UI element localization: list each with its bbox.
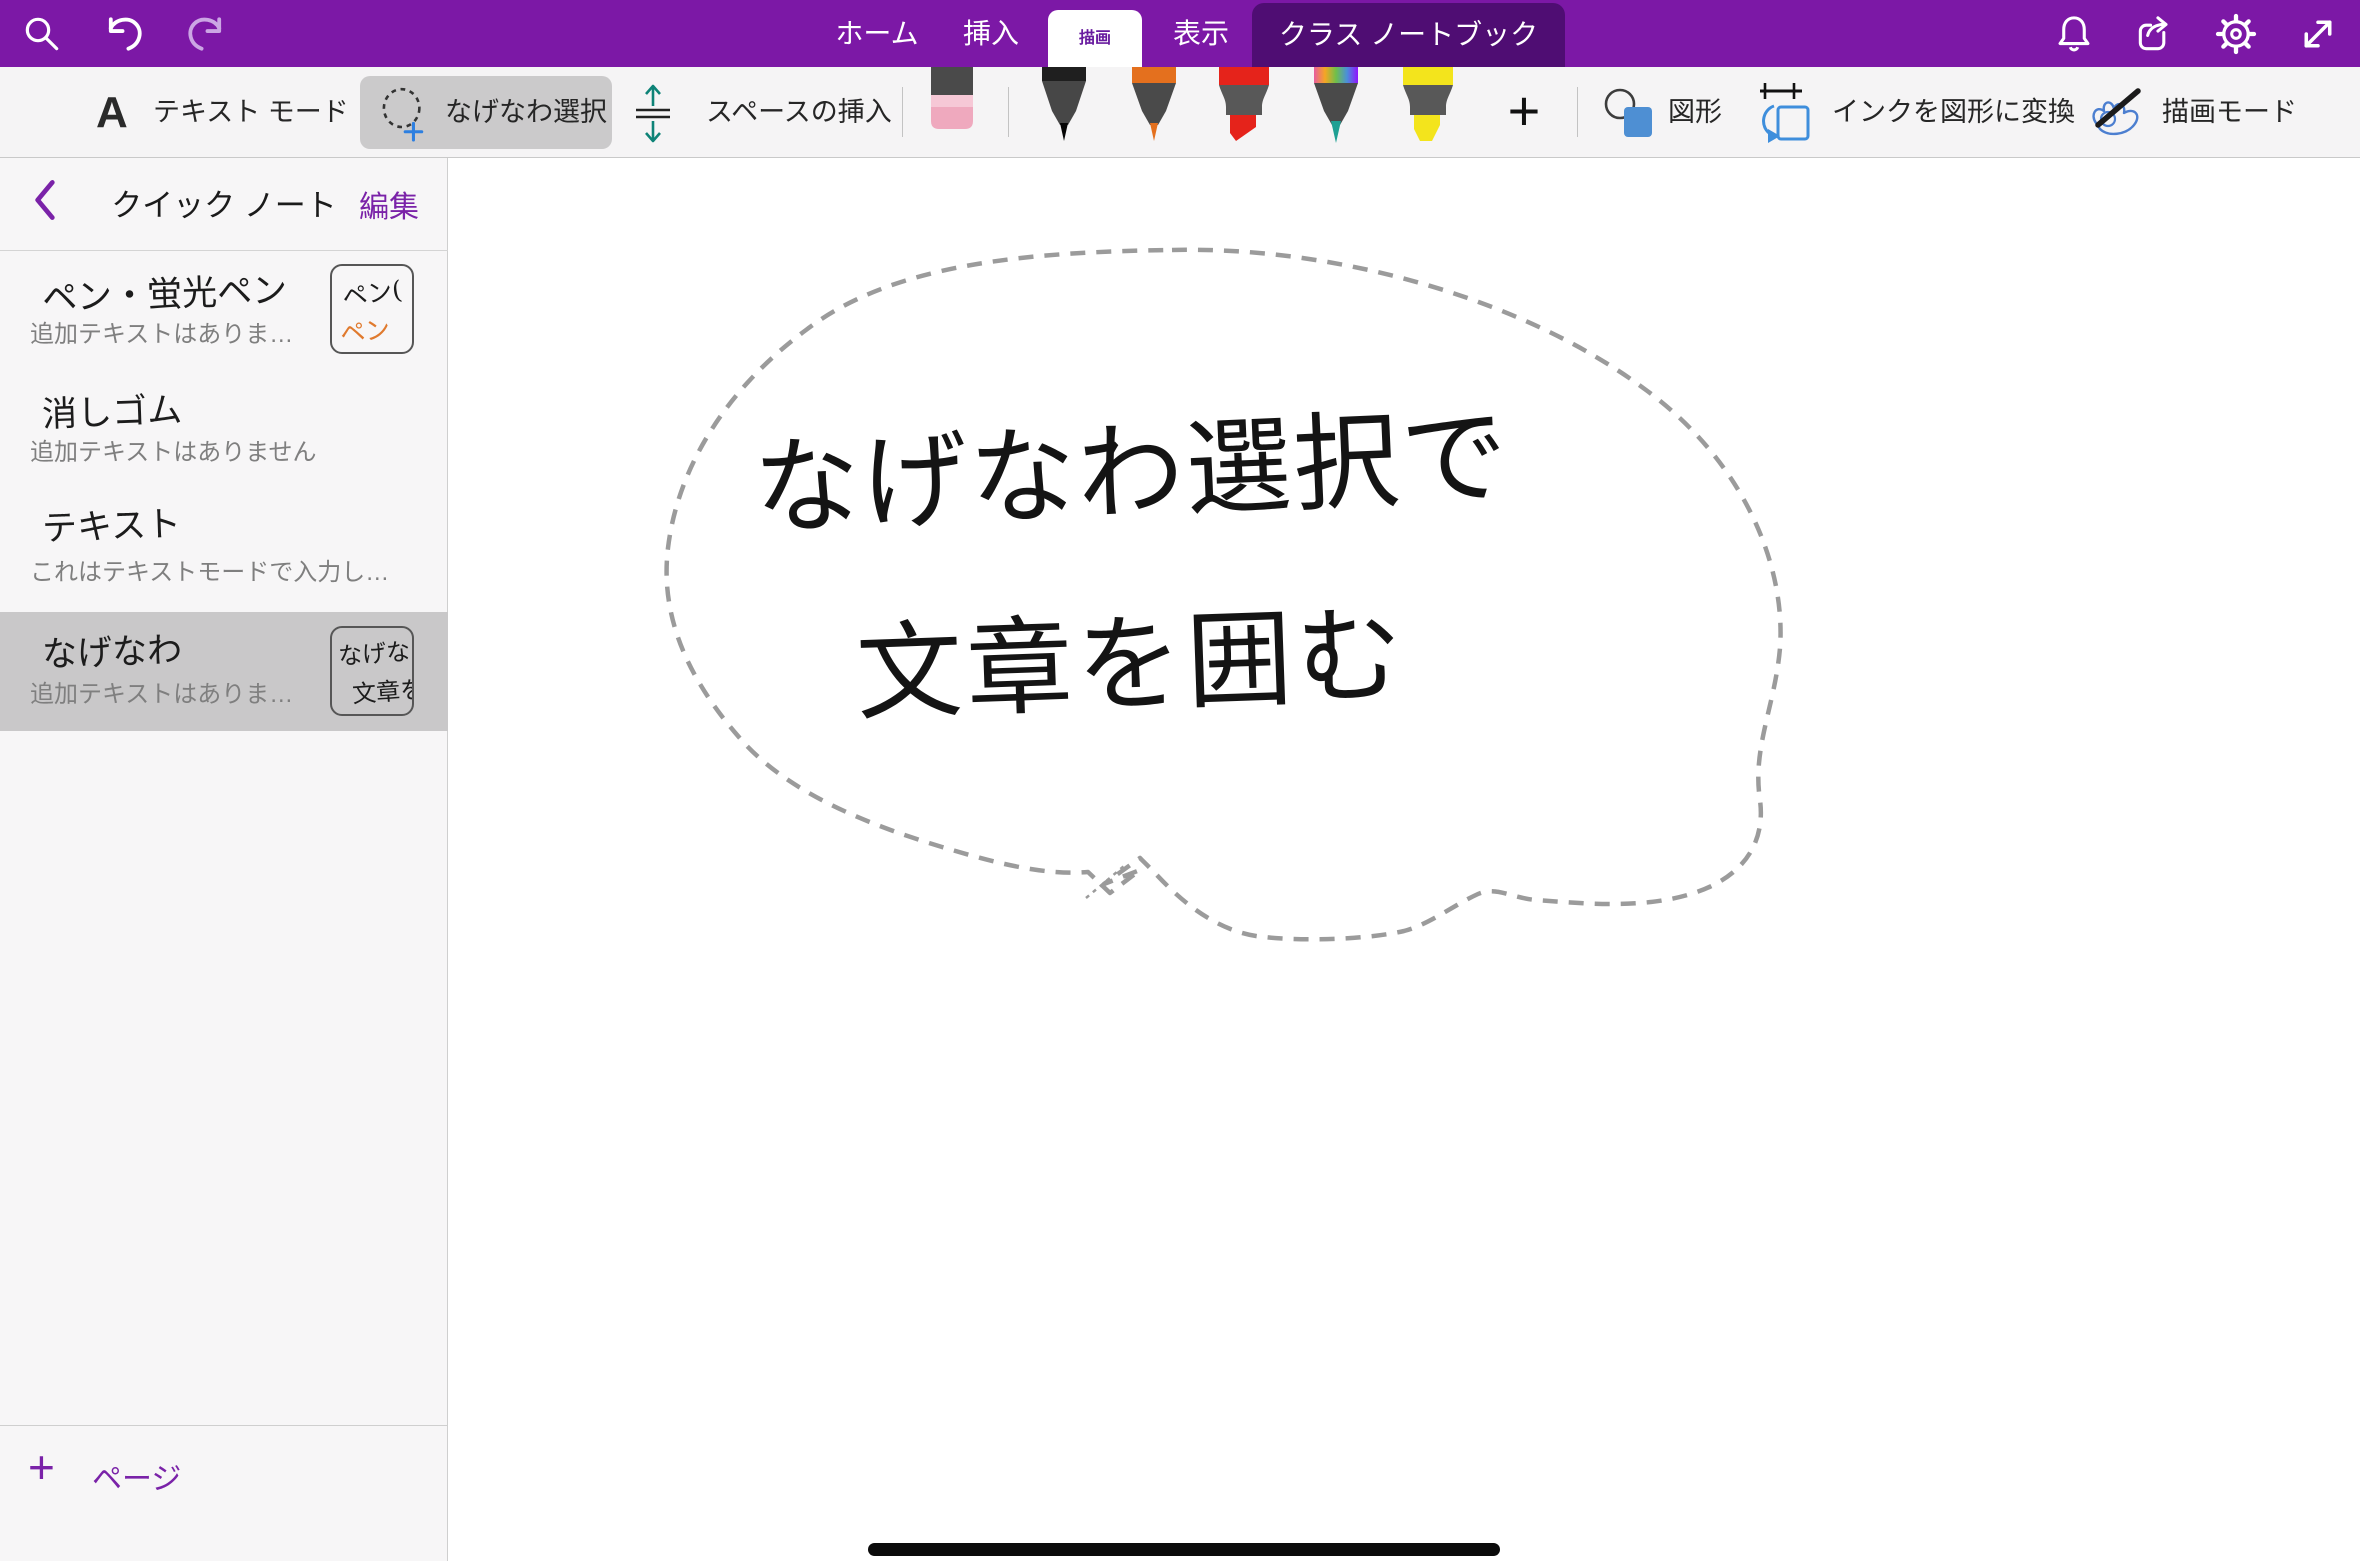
thumb-ink-orange: ペン — [338, 309, 392, 350]
page-item-lasso[interactable]: なげなわ 追加テキストはありま… なげな 文章を — [0, 612, 448, 731]
gear-icon — [2213, 11, 2259, 57]
thumb-ink: 文章を — [351, 670, 414, 710]
page-subtitle: 追加テキストはありま… — [30, 674, 293, 709]
page-title-ink: 消しゴム — [41, 382, 183, 438]
fullscreen-button[interactable] — [2290, 0, 2346, 67]
page-list-sidebar: クイック ノート 編集 ペン・蛍光ペン 追加テキストはありま… ペン( ペン 消… — [0, 158, 448, 1561]
divider — [0, 250, 448, 251]
add-page-button[interactable]: + ページ — [0, 1425, 448, 1561]
page-subtitle: 追加テキストはありません — [30, 432, 317, 467]
add-pen-button[interactable]: + — [1492, 67, 1556, 158]
redo-icon — [184, 12, 228, 56]
undo-icon — [102, 12, 146, 56]
lasso-select-button[interactable]: なげなわ選択 — [360, 76, 612, 149]
page-title-ink: テキスト — [41, 496, 182, 552]
page-title-ink: ペン・蛍光ペン — [41, 262, 288, 322]
page-thumbnail: なげな 文章を — [330, 626, 414, 716]
search-button[interactable] — [14, 0, 70, 67]
bell-icon — [2052, 12, 2096, 56]
top-app-bar: ホーム 挿入 描画 表示 クラス ノートブック — [0, 0, 2360, 67]
note-canvas[interactable]: なげなわ選択で 文章を囲む — [448, 158, 2360, 1561]
shapes-label: 図形 — [1668, 67, 1722, 158]
text-mode-a-icon: A — [96, 67, 128, 158]
highlighter-yellow[interactable] — [1398, 67, 1458, 145]
home-indicator-bar[interactable] — [868, 1543, 1500, 1556]
search-icon — [22, 14, 62, 54]
tab-home[interactable]: ホーム — [822, 0, 932, 67]
tab-view[interactable]: 表示 — [1160, 0, 1242, 67]
fullscreen-icon — [2296, 12, 2340, 56]
tab-insert[interactable]: 挿入 — [950, 0, 1032, 67]
share-button[interactable] — [2127, 0, 2183, 67]
draw-ribbon: A テキスト モード なげなわ選択 スペースの挿入 — [0, 67, 2360, 158]
page-title-ink: なげなわ — [41, 622, 183, 678]
tab-draw[interactable]: 描画 — [1048, 10, 1142, 67]
toolbar-separator — [1577, 87, 1578, 137]
notifications-button[interactable] — [2046, 0, 2102, 67]
ink-to-shape-label: インクを図形に変換 — [1832, 67, 2075, 158]
undo-button[interactable] — [96, 0, 152, 67]
page-item-eraser[interactable]: 消しゴム 追加テキストはありません — [0, 374, 448, 482]
page-thumbnail: ペン( ペン — [330, 264, 414, 354]
text-mode-label: テキスト モード — [153, 67, 349, 158]
page-item-text[interactable]: テキスト これはテキストモードで入力し… — [0, 482, 448, 612]
share-icon — [2133, 12, 2177, 56]
lasso-icon — [378, 84, 430, 144]
thumb-ink-black: ペン( — [340, 270, 404, 314]
lasso-selection-outline[interactable] — [448, 158, 2360, 1561]
pen-rainbow[interactable] — [1308, 67, 1364, 145]
handwritten-ink-line2: 文章を囲む — [853, 568, 1408, 741]
thumb-ink: なげな — [337, 632, 411, 672]
ink-to-shape-icon — [1756, 79, 1814, 149]
plus-icon: + — [28, 1440, 55, 1494]
settings-button[interactable] — [2208, 0, 2264, 67]
page-subtitle: これはテキストモードで入力し… — [30, 552, 389, 587]
pen-black[interactable] — [1036, 67, 1092, 145]
edit-button[interactable]: 編集 — [359, 182, 419, 226]
handwritten-ink-line1: なげなわ選択で — [750, 370, 1512, 557]
redo-button[interactable] — [178, 0, 234, 67]
lasso-select-label: なげなわ選択 — [445, 67, 607, 158]
pen-orange[interactable] — [1126, 67, 1182, 145]
eraser-tool[interactable] — [930, 67, 974, 133]
toolbar-separator — [1008, 87, 1009, 137]
shapes-icon — [1598, 85, 1662, 141]
draw-mode-label: 描画モード — [2162, 67, 2297, 158]
marker-red[interactable] — [1214, 67, 1274, 145]
page-item-pen-highlighter[interactable]: ペン・蛍光ペン 追加テキストはありま… ペン( ペン — [0, 252, 448, 374]
page-subtitle: 追加テキストはありま… — [30, 314, 293, 349]
toolbar-separator — [902, 87, 903, 137]
insert-space-label: スペースの挿入 — [706, 67, 892, 158]
draw-mode-hand-pen-icon — [2086, 81, 2148, 143]
insert-space-icon — [630, 81, 676, 145]
add-page-label: ページ — [92, 1454, 181, 1498]
tab-class-notebook[interactable]: クラス ノートブック — [1252, 3, 1565, 67]
